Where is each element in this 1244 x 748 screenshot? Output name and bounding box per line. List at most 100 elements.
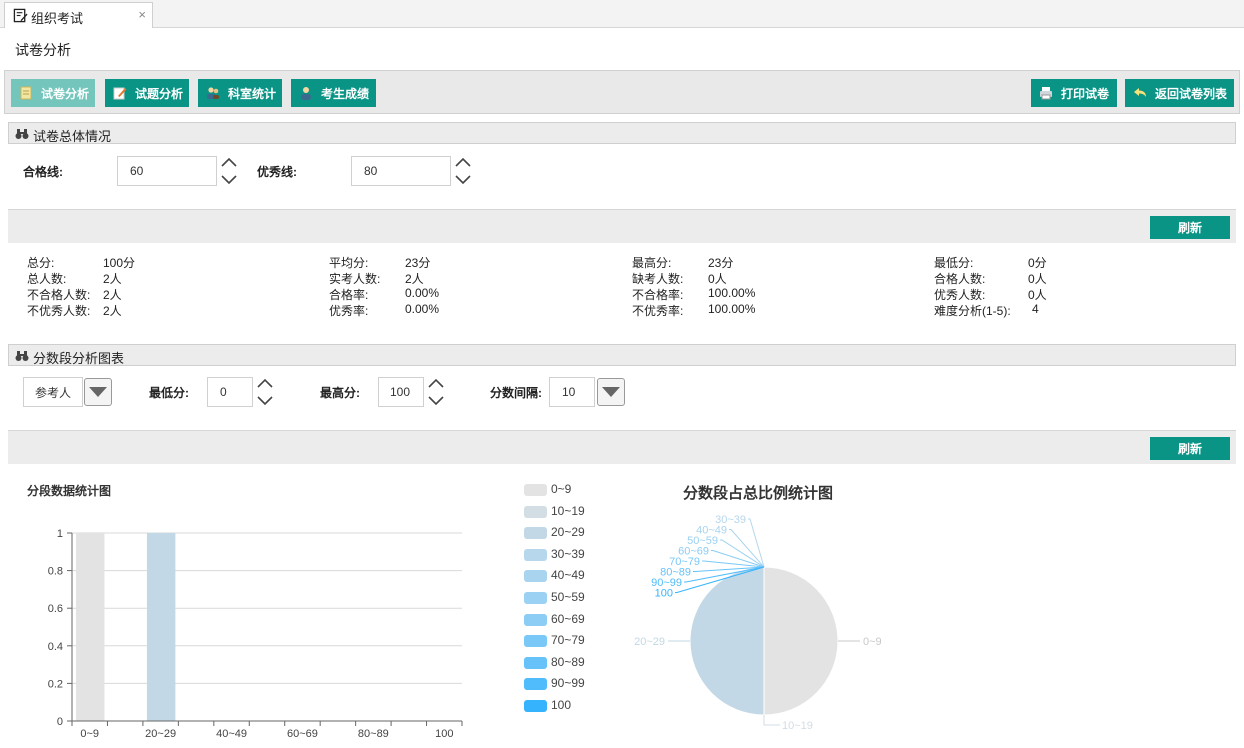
pie-chart: 0~910~1920~2930~3940~4950~5960~6970~7980… (634, 514, 882, 732)
legend-swatch (524, 635, 547, 648)
legend-label: 40~49 (551, 568, 585, 583)
interval-dropdown-button[interactable] (597, 378, 625, 406)
document-icon (20, 86, 32, 100)
interval-label: 分数间隔: (490, 386, 542, 400)
participant-dropdown-button[interactable] (84, 378, 112, 406)
legend-label: 10~19 (551, 503, 585, 518)
stat-label: 实考人数: (329, 272, 381, 286)
legend-swatch (524, 484, 547, 496)
min-score-label: 最低分: (149, 386, 189, 400)
toolbar: 试卷分析 试题分析 科室统计 考生成绩 打印试卷 返回试卷列表 (4, 70, 1240, 114)
legend-swatch (524, 570, 547, 583)
chevron-down-icon (602, 387, 620, 397)
x-tick-label: 60~69 (287, 728, 318, 740)
tab-organize-exam[interactable]: 组织考试 × (4, 2, 153, 28)
bar-chart: 0 0.2 0.4 0.6 0.8 1 0~9 20~29 40~49 60~69 80~89 100 (48, 528, 463, 740)
legend-swatch (524, 678, 547, 691)
stat-value: 2人 (103, 304, 122, 318)
chevron-down-icon (89, 387, 107, 397)
legend-label: 60~69 (551, 611, 585, 626)
stat-label: 总分: (27, 256, 55, 270)
stat-label: 合格人数: (934, 272, 986, 286)
pie-leader-line (763, 715, 780, 726)
department-stats-button[interactable]: 科室统计 (198, 79, 282, 107)
stat-label: 总人数: (27, 272, 67, 286)
binoculars-icon (15, 129, 29, 139)
score-section-header: 分数段分析图表 (8, 344, 1236, 366)
stat-value: 0.00% (405, 286, 440, 300)
paper-analysis-button[interactable]: 试卷分析 (11, 79, 95, 107)
stat-label: 优秀率: (329, 304, 369, 318)
y-tick-label: 0 (57, 716, 63, 728)
chart-refresh-button[interactable]: 刷新 (1150, 437, 1230, 460)
pie-chart-title: 分数段占总比例统计图 (683, 485, 834, 502)
legend-swatch (524, 527, 547, 540)
stat-value: 100分 (103, 256, 136, 270)
back-to-list-button[interactable]: 返回试卷列表 (1125, 79, 1234, 107)
overview-title: 试卷总体情况 (33, 129, 112, 144)
legend-swatch (524, 592, 547, 604)
edit-icon (13, 8, 28, 23)
stat-label: 平均分: (329, 256, 369, 270)
stat-label: 难度分析(1-5): (934, 304, 1011, 318)
participant-select[interactable]: 参考人 (23, 377, 83, 407)
pie-label: 0~9 (863, 636, 882, 648)
stat-label: 不合格率: (632, 288, 684, 302)
stat-value: 4 (1032, 302, 1039, 316)
pie-label: 20~29 (634, 636, 665, 648)
pie-slice-0~9 (763, 566, 839, 716)
max-score-label: 最高分: (320, 386, 360, 400)
print-paper-button[interactable]: 打印试卷 (1031, 79, 1117, 107)
stat-label: 最高分: (632, 256, 672, 270)
legend-item[interactable]: 0~9 (524, 482, 614, 496)
excellent-line-label: 优秀线: (257, 165, 297, 179)
min-score-spinner[interactable] (256, 377, 274, 407)
x-tick-label: 0~9 (80, 728, 99, 740)
min-score-input[interactable] (207, 377, 253, 407)
x-tick-label: 20~29 (145, 728, 176, 740)
y-tick-label: 1 (57, 528, 63, 540)
stat-value: 2人 (103, 288, 122, 302)
max-score-input[interactable] (378, 377, 424, 407)
excellent-line-input[interactable] (351, 156, 451, 186)
stat-value: 2人 (103, 272, 122, 286)
bar-0~9 (76, 533, 105, 721)
legend-label: 20~29 (551, 525, 585, 540)
overview-refresh-button[interactable]: 刷新 (1150, 216, 1230, 239)
excellent-line-spinner[interactable] (454, 156, 472, 186)
interval-input[interactable] (549, 377, 595, 407)
legend-swatch (524, 505, 547, 518)
max-score-spinner[interactable] (427, 377, 445, 407)
y-tick-label: 0.4 (48, 641, 63, 653)
stat-value: 23分 (708, 256, 734, 270)
stat-label: 优秀人数: (934, 288, 986, 302)
tab-bar: 组织考试 × (0, 0, 1244, 28)
stat-value: 23分 (405, 256, 431, 270)
tab-label: 组织考试 (31, 11, 84, 26)
stat-value: 100.00% (708, 286, 756, 300)
chart-refresh-bar: 刷新 (8, 430, 1236, 464)
y-tick-label: 0.2 (48, 678, 63, 690)
stat-value: 0人 (708, 272, 727, 286)
bar-20~29 (146, 533, 176, 721)
stat-label: 不优秀人数: (27, 304, 91, 318)
legend-label: 90~99 (551, 676, 585, 691)
legend-swatch (524, 548, 547, 561)
y-tick-label: 0.6 (48, 603, 63, 615)
pass-line-input[interactable] (117, 156, 217, 186)
student-scores-button[interactable]: 考生成绩 (291, 79, 376, 107)
pie-label: 10~19 (782, 720, 813, 732)
question-analysis-button[interactable]: 试题分析 (105, 79, 189, 107)
y-tick-label: 0.8 (48, 566, 63, 578)
close-icon[interactable]: × (138, 7, 146, 22)
score-section-title: 分数段分析图表 (33, 351, 125, 366)
stat-value: 2人 (405, 272, 424, 286)
stat-value: 0.00% (405, 302, 440, 316)
x-tick-label: 40~49 (216, 728, 247, 740)
legend-swatch (524, 700, 547, 712)
pass-line-label: 合格线: (23, 165, 63, 179)
bar-chart-title: 分段数据统计图 (27, 484, 112, 498)
overview-refresh-bar: 刷新 (8, 209, 1236, 243)
pass-line-spinner[interactable] (220, 156, 238, 186)
legend-swatch (524, 656, 547, 669)
